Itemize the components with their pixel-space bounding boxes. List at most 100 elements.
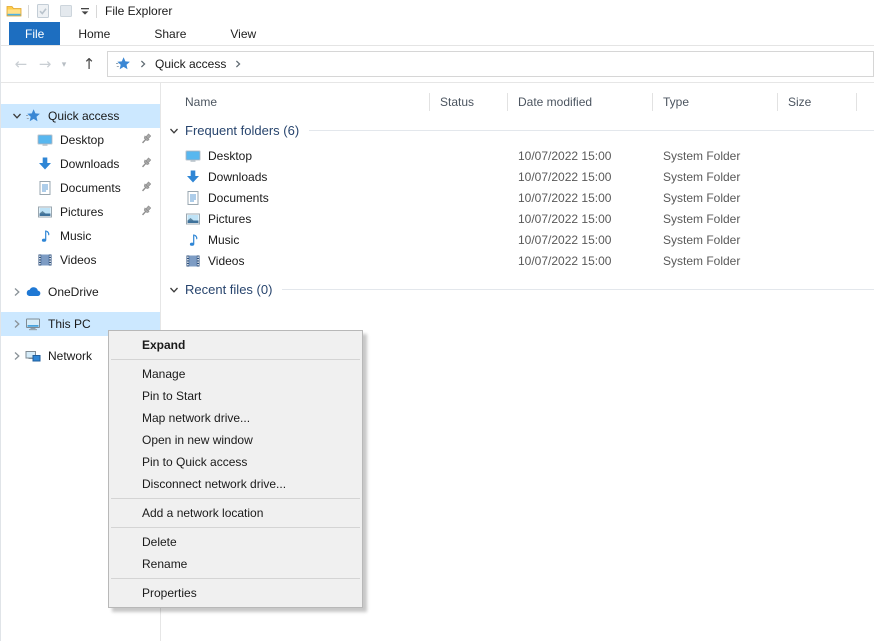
titlebar-divider (96, 5, 97, 18)
file-row-pictures[interactable]: Pictures 10/07/2022 15:00 System Folder (161, 208, 874, 229)
chevron-down-icon[interactable] (169, 285, 179, 295)
breadcrumb-chevron-icon[interactable] (233, 59, 243, 69)
menu-item-rename[interactable]: Rename (109, 553, 362, 575)
group-header-frequent-folders[interactable]: Frequent folders (6) (169, 123, 874, 138)
qat-new-folder-button[interactable] (58, 3, 74, 19)
desktop-icon (37, 132, 53, 148)
sidebar-item-videos[interactable]: Videos (1, 248, 160, 272)
chevron-right-icon[interactable] (12, 287, 22, 297)
column-header-status[interactable]: Status (430, 93, 508, 111)
title-bar: File Explorer (1, 0, 874, 22)
file-row-videos[interactable]: Videos 10/07/2022 15:00 System Folder (161, 250, 874, 271)
tab-view[interactable]: View (214, 22, 272, 45)
customize-quick-access-toolbar-icon[interactable] (80, 6, 90, 16)
videos-icon (185, 253, 201, 269)
music-icon (185, 232, 201, 248)
chevron-down-icon[interactable] (12, 111, 22, 121)
downloads-icon (37, 156, 53, 172)
menu-item-add-a-network-location[interactable]: Add a network location (109, 502, 362, 524)
file-date-modified: 10/07/2022 15:00 (508, 170, 653, 184)
file-type: System Folder (653, 149, 778, 163)
file-type: System Folder (653, 212, 778, 226)
this-pc-context-menu: Expand Manage Pin to Start Map network d… (108, 330, 363, 608)
group-header-rule (309, 130, 874, 131)
chevron-right-icon[interactable] (12, 319, 22, 329)
menu-item-properties[interactable]: Properties (109, 582, 362, 604)
sidebar-item-label: Downloads (60, 157, 119, 171)
group-header-rule (282, 289, 874, 290)
pictures-icon (37, 204, 53, 220)
menu-separator (111, 527, 360, 528)
sidebar-item-label: Documents (60, 181, 121, 195)
sidebar-item-pictures[interactable]: Pictures (1, 200, 160, 224)
file-date-modified: 10/07/2022 15:00 (508, 149, 653, 163)
back-button[interactable]: ← (9, 57, 33, 72)
videos-icon (37, 252, 53, 268)
file-date-modified: 10/07/2022 15:00 (508, 212, 653, 226)
chevron-down-icon[interactable] (169, 126, 179, 136)
sidebar-item-quick-access[interactable]: Quick access (1, 104, 160, 128)
file-row-desktop[interactable]: Desktop 10/07/2022 15:00 System Folder (161, 145, 874, 166)
navigation-bar: ← → ▾ ↑ Quick access (1, 46, 874, 83)
column-header-size[interactable]: Size (778, 93, 857, 111)
menu-item-manage[interactable]: Manage (109, 363, 362, 385)
file-row-music[interactable]: Music 10/07/2022 15:00 System Folder (161, 229, 874, 250)
column-header-type[interactable]: Type (653, 93, 778, 111)
network-icon (25, 348, 41, 364)
downloads-icon (185, 169, 201, 185)
menu-separator (111, 578, 360, 579)
tab-home[interactable]: Home (62, 22, 126, 45)
sidebar-item-label: Desktop (60, 133, 104, 147)
sidebar-item-documents[interactable]: Documents (1, 176, 160, 200)
breadcrumb-location[interactable]: Quick access (155, 57, 226, 71)
documents-icon (185, 190, 201, 206)
sidebar-item-label: Videos (60, 253, 96, 267)
this-pc-icon (25, 316, 41, 332)
explorer-folder-icon (6, 3, 22, 19)
sidebar-item-label: Quick access (48, 109, 119, 123)
file-name: Documents (208, 191, 269, 205)
group-header-label: Recent files (0) (185, 282, 272, 297)
pin-icon (139, 180, 153, 194)
column-header-date-modified[interactable]: Date modified (508, 93, 653, 111)
up-button[interactable]: ↑ (77, 57, 101, 72)
breadcrumb-chevron-icon[interactable] (138, 59, 148, 69)
pin-icon (139, 132, 153, 146)
menu-item-pin-to-start[interactable]: Pin to Start (109, 385, 362, 407)
quick-access-star-icon (25, 108, 41, 124)
pin-icon (139, 156, 153, 170)
file-date-modified: 10/07/2022 15:00 (508, 191, 653, 205)
menu-item-pin-to-quick-access[interactable]: Pin to Quick access (109, 451, 362, 473)
column-header-name[interactable]: Name (161, 93, 430, 111)
menu-item-expand[interactable]: Expand (109, 334, 362, 356)
sidebar-item-onedrive[interactable]: OneDrive (1, 280, 160, 304)
music-icon (37, 228, 53, 244)
file-row-documents[interactable]: Documents 10/07/2022 15:00 System Folder (161, 187, 874, 208)
file-name: Videos (208, 254, 244, 268)
forward-button[interactable]: → (33, 57, 57, 72)
group-header-recent-files[interactable]: Recent files (0) (169, 282, 874, 297)
file-type: System Folder (653, 233, 778, 247)
file-row-downloads[interactable]: Downloads 10/07/2022 15:00 System Folder (161, 166, 874, 187)
sidebar-item-label: Music (60, 229, 91, 243)
file-explorer-window: File Explorer File Home Share View ← → ▾… (0, 0, 874, 641)
tab-share[interactable]: Share (138, 22, 202, 45)
qat-properties-button[interactable] (35, 3, 51, 19)
sidebar-item-music[interactable]: Music (1, 224, 160, 248)
sidebar-item-desktop[interactable]: Desktop (1, 128, 160, 152)
column-header-row: Name Status Date modified Type Size (161, 88, 874, 115)
sidebar-item-downloads[interactable]: Downloads (1, 152, 160, 176)
chevron-right-icon[interactable] (12, 351, 22, 361)
menu-item-open-in-new-window[interactable]: Open in new window (109, 429, 362, 451)
titlebar-divider (28, 5, 29, 18)
recent-locations-dropdown[interactable]: ▾ (57, 59, 71, 70)
file-name: Desktop (208, 149, 252, 163)
menu-item-map-network-drive[interactable]: Map network drive... (109, 407, 362, 429)
menu-item-delete[interactable]: Delete (109, 531, 362, 553)
file-type: System Folder (653, 191, 778, 205)
tab-file[interactable]: File (9, 22, 60, 45)
address-bar[interactable]: Quick access (107, 51, 874, 77)
menu-item-disconnect-network-drive[interactable]: Disconnect network drive... (109, 473, 362, 495)
file-type: System Folder (653, 170, 778, 184)
onedrive-cloud-icon (25, 284, 41, 300)
